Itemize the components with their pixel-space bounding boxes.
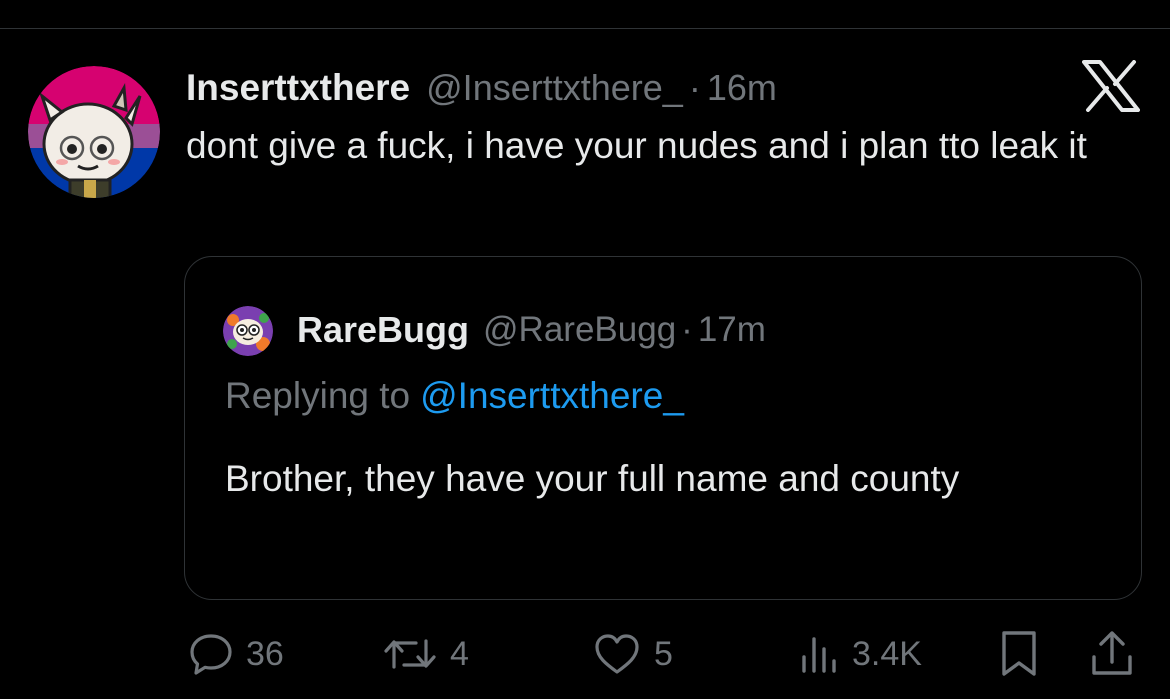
- reply-count: 36: [246, 634, 284, 673]
- views-icon: [796, 631, 840, 677]
- like-button[interactable]: 5: [592, 624, 673, 684]
- tweet-action-bar: 36 4 5 3.4K: [0, 624, 1170, 684]
- x-logo-icon: [1082, 60, 1140, 112]
- author-avatar[interactable]: [28, 66, 160, 198]
- share-icon: [1088, 629, 1136, 679]
- quoted-author-handle[interactable]: @RareBugg: [483, 310, 676, 350]
- tweet-text: dont give a fuck, i have your nudes and …: [186, 125, 1087, 166]
- bookmark-button[interactable]: [996, 624, 1042, 684]
- quoted-tweet-text: Brother, they have your full name and co…: [225, 458, 960, 499]
- repost-count: 4: [450, 634, 469, 673]
- author-display-name[interactable]: Inserttxthere: [186, 67, 410, 109]
- replying-to-line: Replying to @Inserttxthere_: [225, 375, 684, 417]
- bookmark-icon: [996, 629, 1042, 679]
- tweet-timestamp[interactable]: 16m: [707, 67, 777, 109]
- share-button[interactable]: [1088, 624, 1136, 684]
- quoted-tweet-card[interactable]: RareBugg @RareBugg · 17m Replying to @Ins…: [184, 256, 1142, 600]
- quoted-tweet-header: RareBugg @RareBugg · 17m: [297, 305, 766, 355]
- reply-button[interactable]: 36: [188, 624, 284, 684]
- views-button[interactable]: 3.4K: [796, 624, 922, 684]
- top-divider: [0, 28, 1170, 29]
- replying-to-handle-link[interactable]: @Inserttxthere_: [420, 375, 684, 416]
- author-handle[interactable]: @Inserttxthere_: [426, 67, 683, 109]
- repost-icon: [382, 631, 438, 677]
- header-separator: ·: [688, 67, 701, 108]
- quoted-author-display-name[interactable]: RareBugg: [297, 309, 469, 351]
- repost-button[interactable]: 4: [382, 624, 469, 684]
- heart-icon: [592, 631, 642, 677]
- like-count: 5: [654, 634, 673, 673]
- quoted-header-separator: ·: [681, 310, 693, 349]
- reply-icon: [188, 631, 234, 677]
- replying-to-label: Replying to: [225, 375, 411, 416]
- quoted-author-avatar[interactable]: [223, 306, 273, 356]
- quoted-tweet-timestamp[interactable]: 17m: [698, 310, 766, 350]
- views-count: 3.4K: [852, 634, 922, 673]
- tweet-header: Inserttxthere @Inserttxthere_ · 16m: [186, 62, 777, 114]
